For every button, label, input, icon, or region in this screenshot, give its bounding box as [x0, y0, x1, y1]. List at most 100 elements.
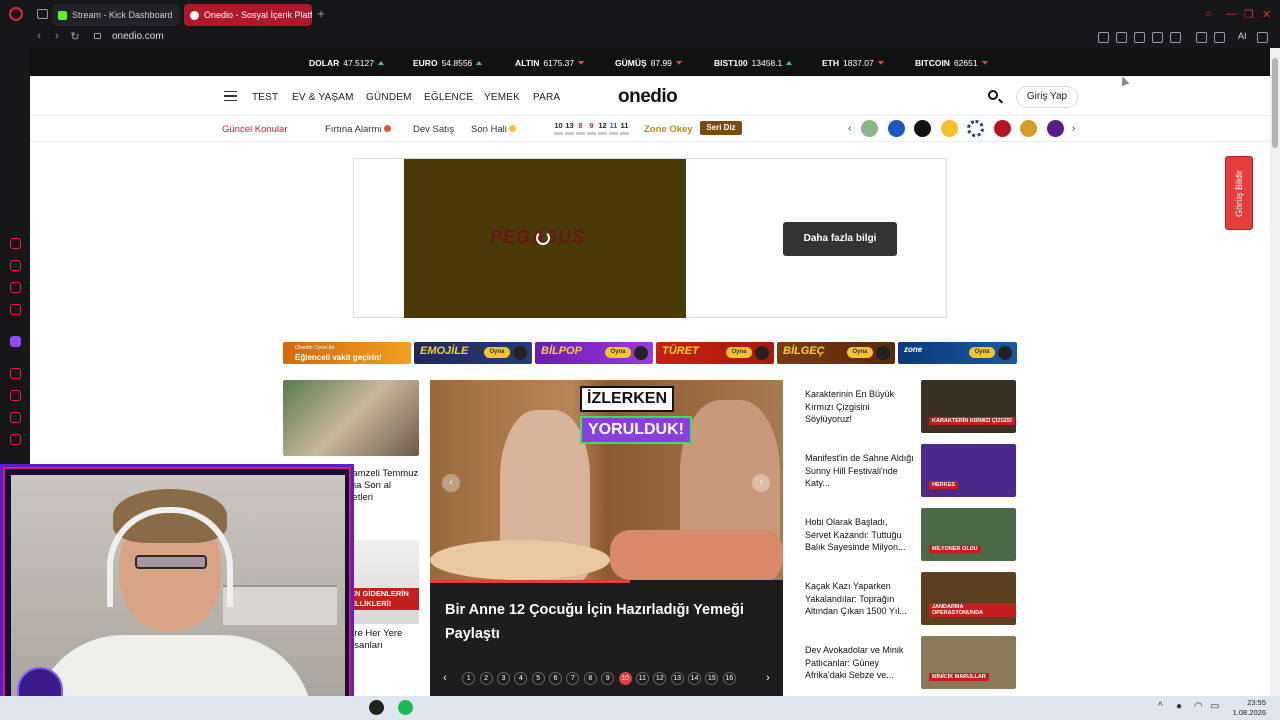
partner-logo-icon[interactable] — [1020, 120, 1037, 137]
pager-page-9[interactable]: 9 — [601, 671, 615, 685]
opera-logo-icon[interactable] — [9, 7, 23, 21]
workspaces-icon[interactable] — [37, 9, 48, 19]
list-item[interactable]: Hobi Olarak Başladı, Servet Kazandı: Tut… — [795, 508, 1017, 562]
partner-logo-icon[interactable] — [861, 120, 878, 137]
hero-prev-icon[interactable]: ‹ — [442, 474, 460, 492]
list-item[interactable]: Kaçak Kazı Yaparken Yakalandılar: Toprağ… — [795, 572, 1017, 626]
trending-topics-label[interactable]: Güncel Konular — [222, 124, 287, 135]
list-item-title[interactable]: Hobi Olarak Başladı, Servet Kazandı: Tut… — [805, 516, 915, 554]
sidebar-player-icon[interactable] — [10, 368, 21, 379]
list-item-title[interactable]: Dev Avokadolar ve Minik Patlıcanlar: Gün… — [805, 644, 915, 682]
download-icon[interactable] — [1214, 32, 1225, 43]
sidebar-extension-icon[interactable] — [10, 412, 21, 423]
pin-icon[interactable] — [1098, 32, 1109, 43]
wallet-icon[interactable] — [1196, 32, 1207, 43]
taskbar-clock[interactable]: 23:55 1.08.2026 — [1226, 698, 1266, 718]
list-item-title[interactable]: Kaçak Kazı Yaparken Yakalandılar: Toprağ… — [805, 580, 915, 618]
partner-logo-icon[interactable] — [888, 120, 905, 137]
new-tab-button[interactable]: + — [313, 6, 329, 22]
topic-son-hali[interactable]: Son Hali — [471, 124, 516, 135]
list-item-thumbnail[interactable]: MİLYONER OLDU — [921, 508, 1016, 561]
chevron-right-icon[interactable]: › — [1072, 123, 1075, 134]
nav-ev-yasam[interactable]: EV & YAŞAM — [292, 92, 354, 103]
topic-firtina[interactable]: Fırtına Alarmı — [325, 124, 392, 135]
hero-image[interactable]: İZLERKEN YORULDUK! ‹ › — [430, 380, 783, 580]
wifi-icon[interactable]: ◠ — [1194, 701, 1203, 712]
reload-button[interactable]: ↻ — [68, 30, 82, 43]
game-turet[interactable]: TÜRET Oyna — [656, 342, 774, 364]
hamburger-menu-icon[interactable] — [224, 91, 237, 101]
hero-title[interactable]: Bir Anne 12 Çocuğu İçin Hazırladığı Yeme… — [445, 598, 765, 646]
nav-yemek[interactable]: YEMEK — [484, 92, 520, 103]
ad-video[interactable]: PEGASUS — [404, 159, 686, 318]
topic-dev-satis[interactable]: Dev Satış — [413, 124, 454, 135]
page-scrollbar[interactable] — [1270, 48, 1280, 696]
nav-eglence[interactable]: EĞLENCE — [424, 92, 473, 103]
close-window-icon[interactable]: ✕ — [1262, 8, 1271, 21]
zone-okey-link[interactable]: Zone Okey — [644, 124, 693, 135]
url-field[interactable]: onedio.com — [112, 31, 164, 42]
list-item-thumbnail[interactable]: MİNİCİK MARULLAR — [921, 636, 1016, 689]
replay-icon[interactable] — [536, 231, 550, 245]
pager-page-11[interactable]: 11 — [635, 671, 649, 685]
game-emojile[interactable]: EMOJİLE Oyna — [414, 342, 532, 364]
tab-onedio[interactable]: Onedio - Sosyal İçerik Platf — [184, 4, 312, 26]
nav-test[interactable]: TEST — [252, 92, 278, 103]
ad-learn-more-button[interactable]: Daha fazla bilgi — [783, 222, 897, 256]
pager-page-7[interactable]: 7 — [566, 671, 580, 685]
snapshot-icon[interactable] — [1116, 32, 1127, 43]
pager-page-1[interactable]: 1 — [462, 671, 476, 685]
list-item-thumbnail[interactable]: JANDARMA OPERASYONUNDA — [921, 572, 1016, 625]
menu-icon[interactable] — [1257, 32, 1268, 43]
list-item[interactable]: Manifest'in de Sahne Aldığı Sunny Hill F… — [795, 444, 1017, 498]
network-icon[interactable]: ▭ — [1210, 701, 1219, 712]
number-game-strip[interactable]: 10 13 8 9 12 11 11 — [554, 121, 629, 135]
pager-page-8[interactable]: 8 — [583, 671, 597, 685]
pager-page-12[interactable]: 12 — [653, 671, 667, 685]
shield-icon[interactable] — [1134, 32, 1145, 43]
chevron-left-icon[interactable]: ‹ — [848, 123, 851, 134]
games-promo-banner[interactable]: Onedio Oyun ile Eğlenceli vakit geçirin! — [283, 342, 411, 364]
heart-icon[interactable] — [1170, 32, 1181, 43]
pager-page-2[interactable]: 2 — [479, 671, 493, 685]
partner-logo-icon[interactable] — [914, 120, 931, 137]
pager-next-button[interactable]: › — [753, 672, 783, 684]
seri-diz-button[interactable]: Seri Diz — [700, 121, 742, 135]
tab-kick-dashboard[interactable]: Stream - Kick Dashboard — [52, 4, 180, 26]
play-icon[interactable] — [1152, 32, 1163, 43]
minimize-icon[interactable]: — — [1226, 8, 1237, 20]
onedio-logo[interactable]: onedio — [618, 86, 678, 108]
sidebar-settings-icon[interactable] — [10, 434, 21, 445]
pager-page-16[interactable]: 16 — [722, 671, 736, 685]
ai-button[interactable]: AI — [1238, 31, 1247, 41]
tray-chevron-icon[interactable]: ^ — [1158, 701, 1163, 712]
pager-page-4[interactable]: 4 — [514, 671, 528, 685]
spotify-app-icon[interactable] — [398, 700, 413, 715]
nav-gundem[interactable]: GÜNDEM — [366, 92, 412, 103]
forward-button[interactable]: › — [50, 30, 64, 42]
game-zone[interactable]: zone Oyna — [898, 342, 1017, 364]
pager-page-13[interactable]: 13 — [670, 671, 684, 685]
partner-logo-icon[interactable] — [1047, 120, 1064, 137]
hero-next-icon[interactable]: › — [752, 474, 770, 492]
partner-logo-icon[interactable] — [941, 120, 958, 137]
list-item[interactable]: Dev Avokadolar ve Minik Patlıcanlar: Gün… — [795, 636, 1017, 690]
sidebar-history-icon[interactable] — [10, 238, 21, 249]
pager-page-6[interactable]: 6 — [549, 671, 563, 685]
list-item-thumbnail[interactable]: KARAKTERİN KIRMIZI ÇİZGİSİ — [921, 380, 1016, 433]
mic-icon[interactable]: ● — [1176, 701, 1182, 712]
list-item-thumbnail[interactable]: HERKES — [921, 444, 1016, 497]
login-button[interactable]: Giriş Yap — [1016, 86, 1078, 108]
pager-page-14[interactable]: 14 — [688, 671, 702, 685]
partner-logo-icon[interactable] — [994, 120, 1011, 137]
back-button[interactable]: ‹ — [32, 30, 46, 42]
pager-page-10[interactable]: 10 — [618, 671, 632, 685]
pager-page-3[interactable]: 3 — [496, 671, 510, 685]
obs-app-icon[interactable] — [369, 700, 384, 715]
feedback-tab[interactable]: Görüş Bildir — [1225, 156, 1253, 230]
ad-banner[interactable]: PEGASUS Daha fazla bilgi — [353, 158, 947, 318]
game-bilgec[interactable]: BİLGEÇ Oyna — [777, 342, 895, 364]
sidebar-messenger-icon[interactable] — [10, 304, 21, 315]
scrollbar-thumb[interactable] — [1272, 58, 1278, 148]
sidebar-clock-icon[interactable] — [10, 390, 21, 401]
